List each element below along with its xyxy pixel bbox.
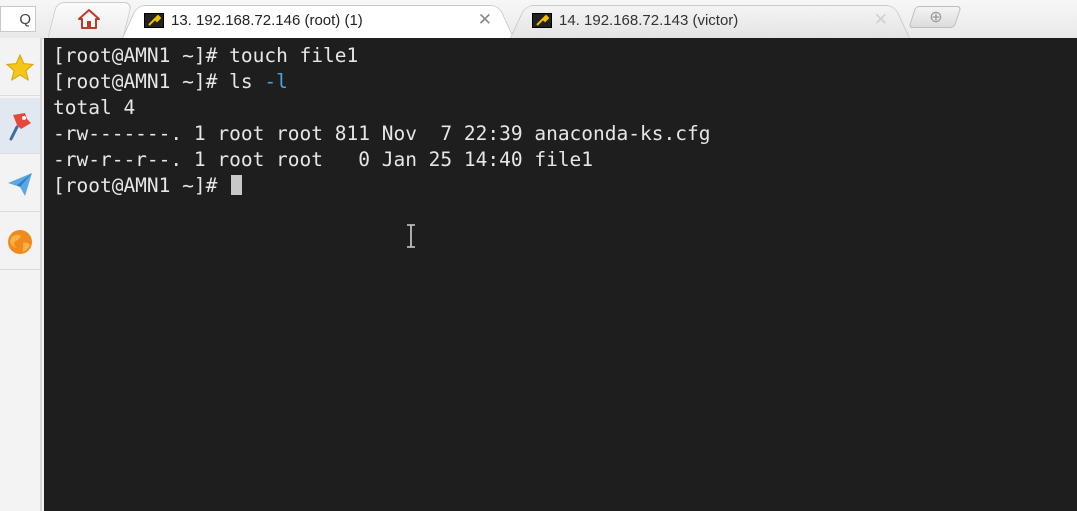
pin-icon — [9, 112, 31, 140]
sidebar-item-send[interactable] — [0, 156, 40, 212]
putty-wrench-icon — [532, 12, 552, 28]
shell-prompt: [root@AMN1 ~]# — [53, 44, 230, 67]
command-option: -l — [264, 70, 288, 93]
sidebar-item-favorites[interactable] — [0, 40, 40, 96]
tab-session-14[interactable]: 14. 192.168.72.143 (victor) ✕ — [510, 2, 910, 39]
close-icon[interactable]: ✕ — [478, 11, 492, 29]
terminal-line: [root@AMN1 ~]# ls -l — [53, 69, 1077, 95]
search-input[interactable]: Q — [0, 6, 36, 32]
terminal-line: total 4 — [53, 95, 1077, 121]
output-text: -rw-------. 1 root root 811 Nov 7 22:39 … — [53, 122, 711, 145]
command-text: touch file1 — [229, 44, 359, 67]
send-icon — [8, 172, 32, 196]
sidebar-item-browser[interactable] — [0, 214, 40, 270]
tab-session-13[interactable]: 13. 192.168.72.146 (root) (1) ✕ — [122, 2, 514, 39]
star-icon — [5, 53, 35, 81]
mouse-ibeam-cursor-icon — [407, 224, 415, 248]
terminal-line: [root@AMN1 ~]# — [53, 173, 1077, 199]
putty-wrench-icon — [144, 12, 164, 28]
shell-prompt: [root@AMN1 ~]# — [53, 70, 230, 93]
sidebar — [0, 38, 42, 511]
output-text: total 4 — [53, 96, 136, 119]
terminal-output[interactable]: [root@AMN1 ~]# touch file1 [root@AMN1 ~]… — [44, 38, 1077, 511]
terminal-line: -rw-r--r--. 1 root root 0 Jan 25 14:40 f… — [53, 147, 1077, 173]
terminal-line: -rw-------. 1 root root 811 Nov 7 22:39 … — [53, 121, 1077, 147]
command-text: ls — [229, 70, 265, 93]
text-cursor — [231, 175, 243, 195]
plus-icon[interactable]: ⊕ — [926, 8, 946, 26]
close-icon[interactable]: ✕ — [874, 11, 888, 29]
terminal-line: [root@AMN1 ~]# touch file1 — [53, 43, 1077, 69]
tab-bar: Q 13. 192.168.72.146 (root) (1) ✕ 14. 19… — [0, 0, 1077, 39]
home-icon[interactable] — [74, 6, 104, 32]
sidebar-item-pin[interactable] — [0, 98, 40, 154]
output-text: -rw-r--r--. 1 root root 0 Jan 25 14:40 f… — [53, 148, 594, 171]
tab-title: 13. 192.168.72.146 (root) (1) — [171, 11, 363, 29]
search-icon: Q — [19, 10, 31, 28]
ssh-client-window: Q 13. 192.168.72.146 (root) (1) ✕ 14. 19… — [0, 0, 1077, 511]
shell-prompt: [root@AMN1 ~]# — [53, 174, 230, 197]
tab-title: 14. 192.168.72.143 (victor) — [559, 11, 739, 29]
globe-icon — [8, 229, 32, 254]
